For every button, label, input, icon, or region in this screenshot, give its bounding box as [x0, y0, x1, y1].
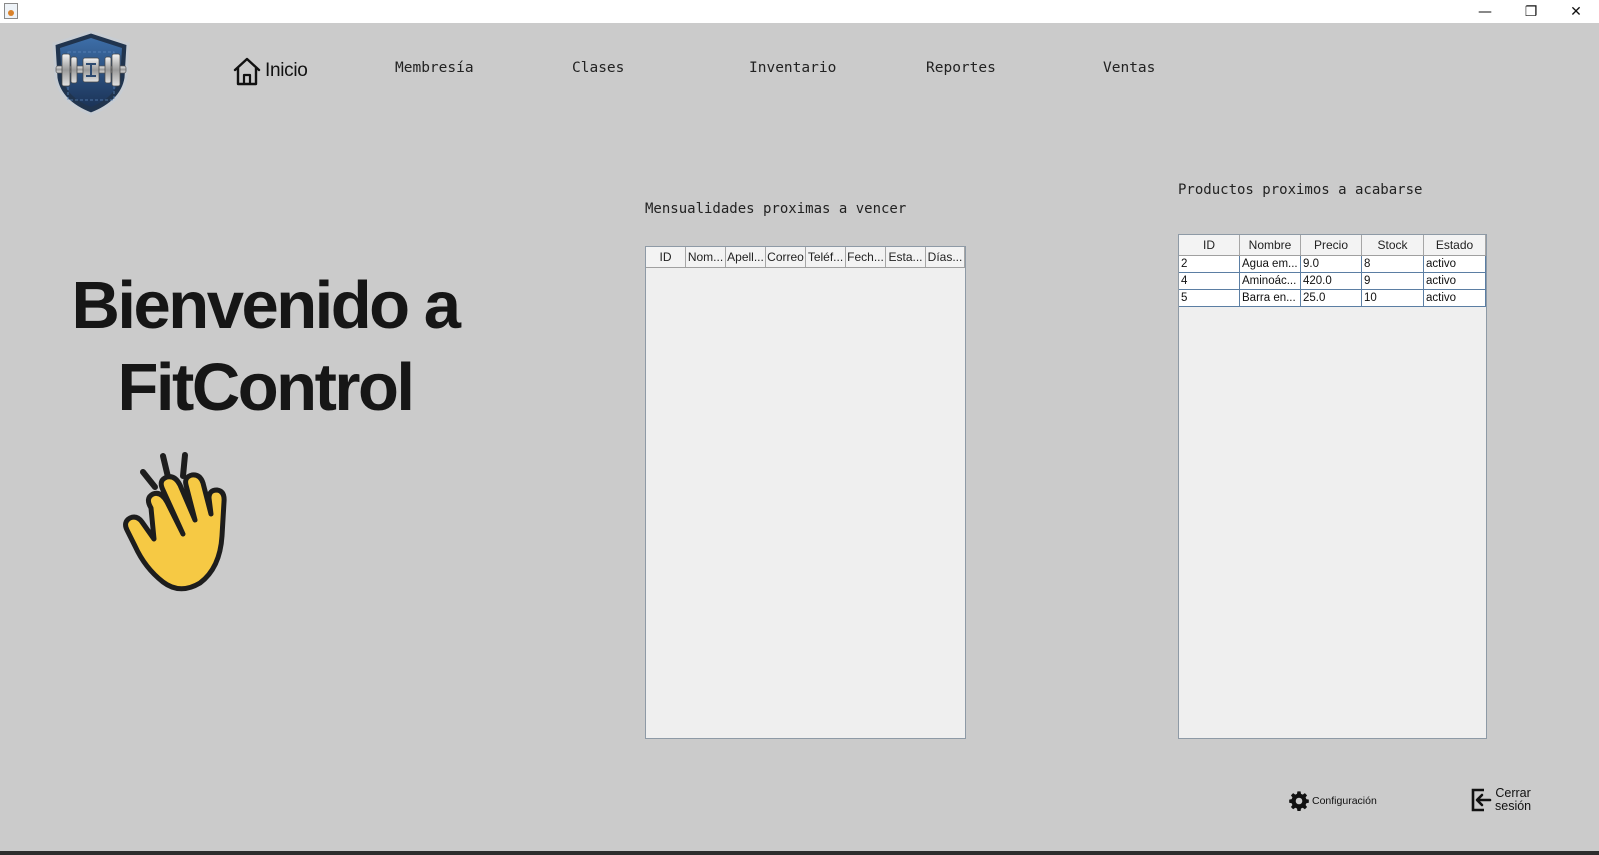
logout-label-line-2: sesión	[1495, 799, 1532, 813]
settings-button[interactable]: Configuración	[1288, 790, 1377, 812]
table-cell[interactable]: Aminoác...	[1240, 273, 1301, 289]
column-header[interactable]: Fech...	[846, 247, 886, 267]
nav-inicio[interactable]: Inicio	[232, 56, 308, 86]
table-cell[interactable]: 4	[1179, 273, 1240, 289]
nav-inventario[interactable]: Inventario	[749, 60, 836, 76]
memberships-table-header: ID Nom... Apell... Correo Teléf... Fech.…	[646, 247, 965, 268]
close-button[interactable]: ✕	[1553, 0, 1599, 23]
nav-ventas[interactable]: Ventas	[1103, 60, 1155, 76]
table-cell[interactable]: 9	[1362, 273, 1424, 289]
nav-reportes[interactable]: Reportes	[926, 60, 996, 76]
table-cell[interactable]: activo	[1424, 273, 1486, 289]
table-cell[interactable]: Agua em...	[1240, 256, 1301, 272]
table-cell[interactable]: 10	[1362, 290, 1424, 306]
minimize-button[interactable]: —	[1462, 0, 1508, 23]
column-header[interactable]: Estado	[1424, 235, 1486, 255]
memberships-title: Mensualidades proximas a vencer	[645, 201, 907, 217]
logout-label: Cerrar sesión	[1495, 787, 1531, 813]
nav-membresia[interactable]: Membresía	[395, 60, 474, 76]
nav-clases[interactable]: Clases	[572, 60, 624, 76]
logout-icon	[1471, 788, 1492, 812]
table-cell[interactable]: 5	[1179, 290, 1240, 306]
column-header[interactable]: Apell...	[726, 247, 766, 267]
window-bottom-edge	[0, 851, 1599, 855]
products-table[interactable]: ID Nombre Precio Stock Estado 2 Agua em.…	[1178, 234, 1487, 739]
products-table-header: ID Nombre Precio Stock Estado	[1179, 235, 1486, 256]
welcome-heading: Bienvenido a FitControl	[40, 265, 490, 429]
maximize-button[interactable]: ❐	[1508, 0, 1554, 23]
column-header[interactable]: Días...	[926, 247, 965, 267]
table-row[interactable]: 5 Barra en... 25.0 10 activo	[1179, 290, 1486, 307]
table-cell[interactable]: 25.0	[1301, 290, 1362, 306]
gym-logo	[52, 30, 130, 116]
memberships-table[interactable]: ID Nom... Apell... Correo Teléf... Fech.…	[645, 246, 966, 739]
welcome-line-1: Bienvenido a	[71, 268, 461, 343]
welcome-line-2: FitControl	[117, 350, 415, 425]
column-header[interactable]: ID	[1179, 235, 1240, 255]
column-header[interactable]: Teléf...	[806, 247, 846, 267]
table-row[interactable]: 4 Aminoác... 420.0 9 activo	[1179, 273, 1486, 290]
java-app-icon	[4, 3, 18, 19]
table-cell[interactable]: 2	[1179, 256, 1240, 272]
waving-hand-icon	[123, 452, 227, 592]
column-header[interactable]: Stock	[1362, 235, 1424, 255]
table-cell[interactable]: 420.0	[1301, 273, 1362, 289]
column-header[interactable]: ID	[646, 247, 686, 267]
table-cell[interactable]: activo	[1424, 256, 1486, 272]
products-title: Productos proximos a acabarse	[1178, 182, 1423, 198]
table-cell[interactable]: activo	[1424, 290, 1486, 306]
logout-button[interactable]: Cerrar sesión	[1470, 787, 1531, 813]
column-header[interactable]: Nom...	[686, 247, 726, 267]
nav-inicio-label: Inicio	[265, 60, 308, 81]
table-cell[interactable]: 8	[1362, 256, 1424, 272]
column-header[interactable]: Esta...	[886, 247, 926, 267]
settings-label: Configuración	[1312, 795, 1377, 807]
table-cell[interactable]: Barra en...	[1240, 290, 1301, 306]
table-row[interactable]: 2 Agua em... 9.0 8 activo	[1179, 256, 1486, 273]
table-cell[interactable]: 9.0	[1301, 256, 1362, 272]
window-titlebar: — ❐ ✕	[0, 0, 1599, 23]
home-icon	[233, 57, 261, 86]
column-header[interactable]: Nombre	[1240, 235, 1301, 255]
column-header[interactable]: Precio	[1301, 235, 1362, 255]
gear-icon	[1289, 791, 1309, 811]
column-header[interactable]: Correo	[766, 247, 806, 267]
